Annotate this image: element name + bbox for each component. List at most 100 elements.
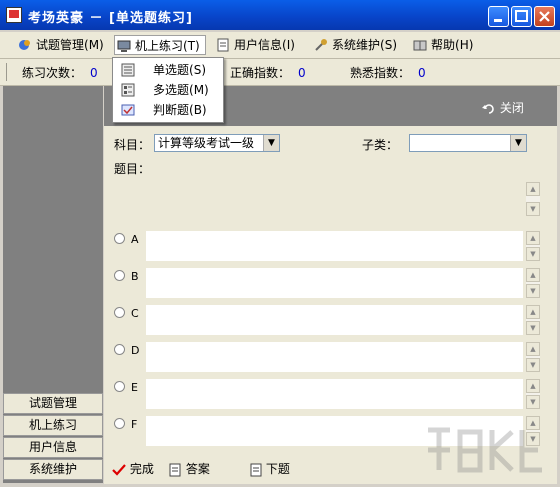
option-e-text[interactable] [146, 379, 523, 409]
stats-bar: 练习次数： 0 正确指数： 0 熟悉指数： 0 [0, 59, 560, 86]
single-choice-icon [121, 63, 135, 77]
minimize-icon [494, 19, 502, 22]
chevron-down-icon[interactable]: ▼ [510, 135, 526, 151]
scroll-up-button[interactable]: ▲ [526, 268, 540, 282]
sidebar-button-user-info[interactable]: 用户信息 [3, 437, 103, 458]
document-icon [169, 463, 181, 476]
scroll-up-button[interactable]: ▲ [526, 231, 540, 245]
next-question-button[interactable]: 下题 [250, 460, 290, 477]
dropdown-label: 多选题 [153, 83, 190, 97]
option-e-radio[interactable] [114, 381, 125, 392]
menu-accel: (S) [380, 38, 397, 52]
answer-button[interactable]: 答案 [168, 460, 210, 477]
title-bar[interactable]: 考场英豪 － [单选题练习] [0, 0, 560, 30]
option-a-radio[interactable] [114, 233, 125, 244]
option-b-scrollbar[interactable]: ▲ ▼ [526, 268, 540, 298]
scroll-down-button[interactable]: ▼ [526, 395, 540, 409]
close-icon [539, 11, 550, 22]
menu-label: 帮助 [431, 38, 456, 52]
familiar-index-label: 熟悉指数： [350, 66, 411, 80]
subject-select[interactable]: 计算等级考试一级 ▼ [154, 134, 280, 152]
option-b-letter: B [131, 270, 139, 283]
option-c-radio[interactable] [114, 307, 125, 318]
subcategory-label: 子类： [362, 138, 399, 152]
system-maintenance-icon [315, 39, 327, 51]
next-label: 下题 [265, 462, 290, 476]
subject-value: 计算等级考试一级 [158, 136, 255, 150]
option-d-text[interactable] [146, 342, 523, 372]
option-b-text[interactable] [146, 268, 523, 298]
menu-help[interactable]: 帮助(H) [411, 35, 473, 55]
menu-bar: 试题管理(M) 机上练习(T) 用户信息(I) 系统维护(S) 帮助(H) [0, 32, 560, 59]
chevron-down-icon[interactable]: ▼ [263, 135, 279, 151]
question-manage-icon [19, 40, 30, 50]
finish-label: 完成 [129, 462, 154, 476]
dropdown-label: 判断题 [153, 103, 190, 117]
dropdown-item-multiple-choice[interactable]: 多选题(M) [113, 80, 223, 100]
app-window: 考场英豪 － [单选题练习] 试题管理(M) 机上练习(T) 用户信息(I) 系… [0, 0, 560, 487]
scroll-down-button[interactable]: ▼ [526, 321, 540, 335]
scroll-down-button[interactable]: ▼ [526, 284, 540, 298]
option-c-scrollbar[interactable]: ▲ ▼ [526, 305, 540, 335]
option-f-radio[interactable] [114, 418, 125, 429]
scroll-up-button[interactable]: ▲ [526, 379, 540, 393]
menu-system-maintenance[interactable]: 系统维护(S) [312, 35, 397, 55]
option-d-radio[interactable] [114, 344, 125, 355]
practice-count-value: 0 [90, 66, 98, 80]
sidebar-button-computer-practice[interactable]: 机上练习 [3, 415, 103, 436]
option-e-scrollbar[interactable]: ▲ ▼ [526, 379, 540, 409]
computer-practice-icon [117, 40, 131, 52]
option-a-letter: A [131, 233, 139, 246]
undo-arrow-icon [482, 103, 494, 114]
option-d-letter: D [131, 344, 140, 357]
scroll-down-button[interactable]: ▼ [526, 247, 540, 261]
maximize-button[interactable] [511, 6, 532, 27]
answer-label: 答案 [185, 462, 210, 476]
dropdown-item-true-false[interactable]: 判断题(B) [113, 100, 223, 120]
correct-index: 正确指数： 0 [230, 64, 306, 81]
minimize-button[interactable] [488, 6, 509, 27]
option-c-text[interactable] [146, 305, 523, 335]
menu-label: 用户信息 [234, 38, 283, 52]
option-d-scrollbar[interactable]: ▲ ▼ [526, 342, 540, 372]
dropdown-item-single-choice[interactable]: 单选题(S) [113, 60, 223, 80]
close-label: 关闭 [499, 101, 524, 115]
true-false-icon [121, 104, 135, 116]
menu-question-manage[interactable]: 试题管理(M) [16, 35, 104, 55]
sidebar-button-question-manage[interactable]: 试题管理 [3, 393, 103, 414]
checkmark-icon [112, 463, 126, 476]
dropdown-label: 单选题 [153, 63, 190, 77]
menu-label: 系统维护 [332, 38, 381, 52]
subject-label: 科目： [114, 138, 151, 152]
menu-user-info[interactable]: 用户信息(I) [214, 35, 295, 55]
practice-dropdown-menu: 单选题(S) 多选题(M) 判断题(B) [112, 57, 224, 123]
option-a-text[interactable] [146, 231, 523, 261]
option-f-letter: F [131, 418, 138, 431]
maximize-icon [515, 10, 528, 22]
menu-label: 试题管理 [36, 38, 85, 52]
subcategory-select[interactable]: ▼ [409, 134, 527, 152]
scroll-up-button[interactable]: ▲ [526, 305, 540, 319]
close-window-button[interactable] [534, 6, 555, 27]
familiar-index-value: 0 [418, 66, 426, 80]
close-panel-button[interactable]: 关闭 [482, 99, 524, 116]
scroll-down-button[interactable]: ▼ [526, 202, 540, 216]
scroll-up-button[interactable]: ▲ [526, 182, 540, 196]
menu-accel: (H) [455, 38, 474, 52]
finish-button[interactable]: 完成 [112, 460, 154, 477]
menu-accel: (I) [282, 38, 295, 52]
scroll-down-button[interactable]: ▼ [526, 358, 540, 372]
option-a-scrollbar[interactable]: ▲ ▼ [526, 231, 540, 261]
question-scrollbar[interactable]: ▲ ▼ [526, 182, 540, 216]
menu-computer-practice[interactable]: 机上练习(T) [114, 35, 206, 55]
menu-label: 机上练习 [135, 39, 184, 53]
scroll-up-button[interactable]: ▲ [526, 342, 540, 356]
multiple-choice-icon [121, 83, 135, 97]
option-b-radio[interactable] [114, 270, 125, 281]
practice-count: 练习次数： 0 [22, 64, 98, 81]
sidebar-button-system-maintenance[interactable]: 系统维护 [3, 459, 103, 480]
help-book-icon [413, 40, 427, 51]
dropdown-accel: (B) [189, 103, 207, 117]
option-e-letter: E [131, 381, 138, 394]
window-title: 考场英豪 － [单选题练习] [28, 11, 193, 26]
